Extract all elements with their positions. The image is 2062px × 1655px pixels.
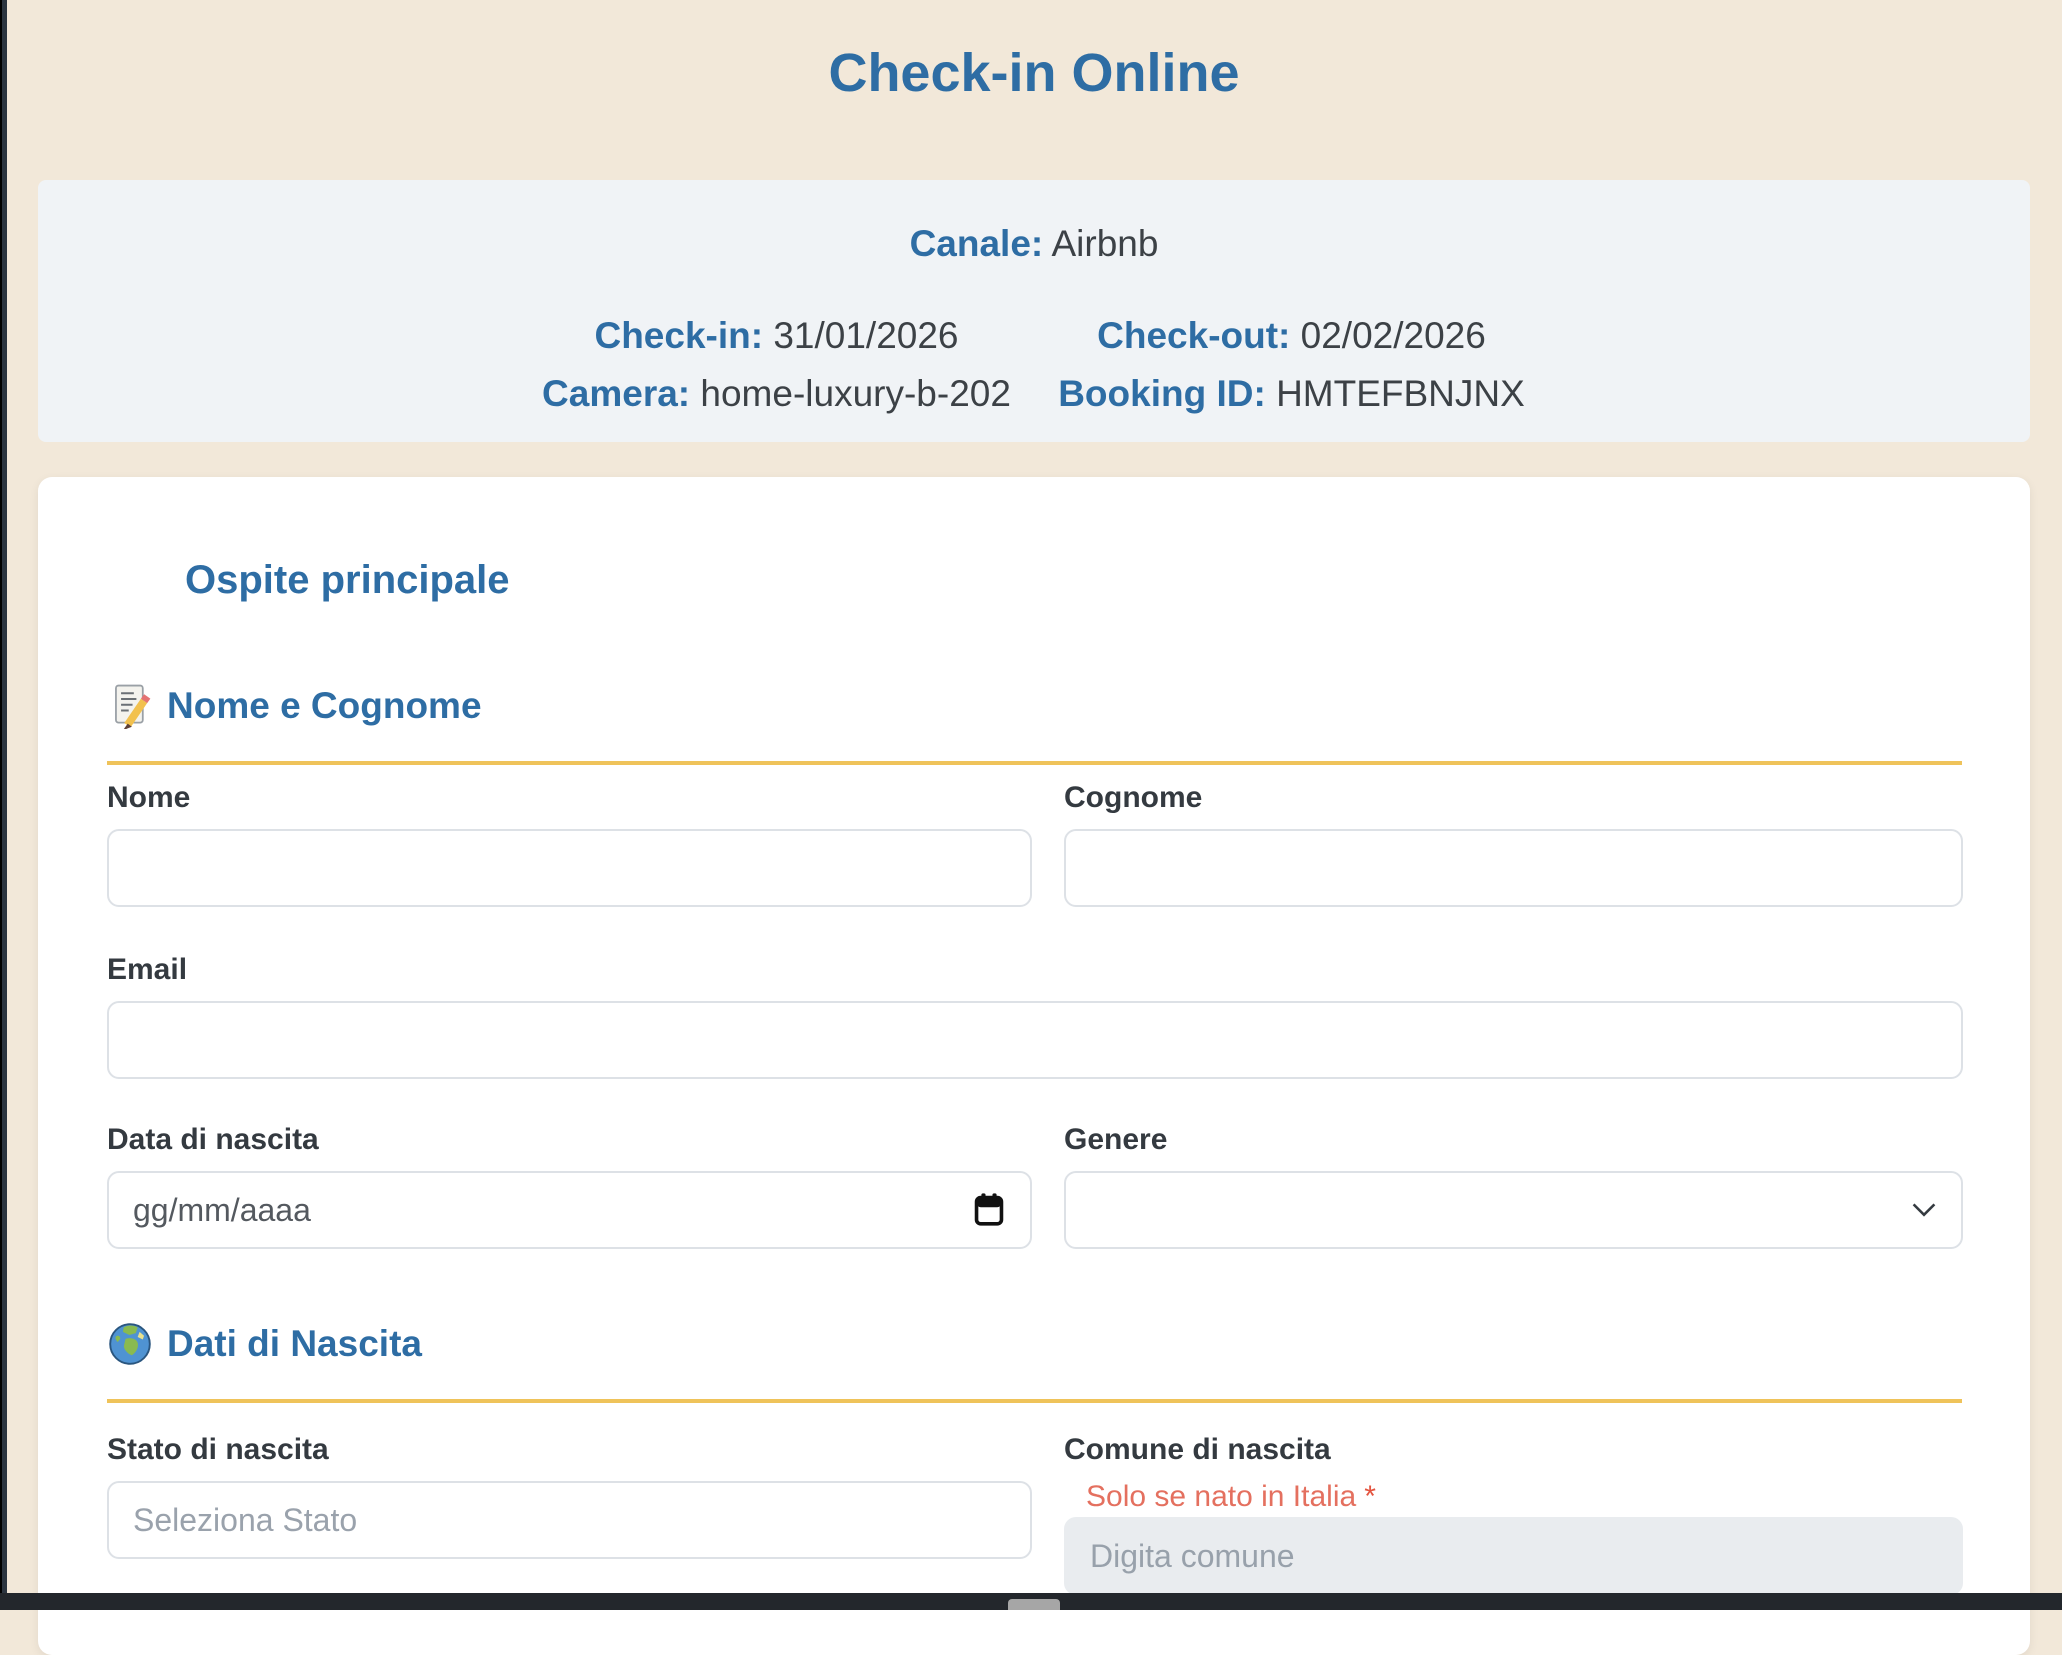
- genere-select[interactable]: [1064, 1171, 1963, 1249]
- gender-field: Genere: [1064, 1123, 1963, 1249]
- birth-town-field: Comune di nascita Solo se nato in Italia…: [1064, 1433, 1963, 1595]
- camera-value: home-luxury-b-202: [700, 373, 1011, 414]
- camera-line: Camera: home-luxury-b-202: [519, 372, 1034, 416]
- calendar-icon[interactable]: [972, 1192, 1006, 1228]
- checkin-page: Check-in Online Canale: Airbnb Check-in:…: [38, 0, 2030, 1655]
- section-header-name: Nome e Cognome: [107, 683, 1962, 765]
- memo-icon: [107, 683, 153, 729]
- birthdate-label: Data di nascita: [107, 1123, 1032, 1157]
- window-left-edge-slate: [2, 0, 7, 1610]
- required-asterisk: *: [1364, 1480, 1376, 1513]
- main-guest-card: Ospite principale Nome e Cognome Nome Co…: [38, 477, 2030, 1655]
- checkout-line: Check-out: 02/02/2026: [1034, 314, 1549, 358]
- checkin-value: 31/01/2026: [773, 315, 958, 356]
- booking-id-label: Booking ID:: [1058, 373, 1266, 414]
- nome-label: Nome: [107, 781, 1032, 815]
- window-left-edge: [0, 0, 7, 1610]
- cognome-label: Cognome: [1064, 781, 1963, 815]
- checkin-label: Check-in:: [594, 315, 763, 356]
- globe-icon: [107, 1321, 153, 1367]
- birth-country-label: Stato di nascita: [107, 1433, 1032, 1467]
- checkout-label: Check-out:: [1097, 315, 1290, 356]
- name-row: Nome Cognome: [107, 781, 1962, 907]
- email-field: Email: [107, 953, 1963, 1079]
- nome-field: Nome: [107, 781, 1032, 907]
- birth-town-input[interactable]: [1064, 1517, 1963, 1595]
- checkin-line: Check-in: 31/01/2026: [519, 314, 1034, 358]
- booking-id-value: HMTEFBNJNX: [1276, 373, 1525, 414]
- birth-town-label: Comune di nascita: [1064, 1433, 1963, 1467]
- channel-value: Airbnb: [1051, 223, 1158, 264]
- horizontal-scrollbar-thumb[interactable]: [1008, 1599, 1060, 1610]
- channel-line: Canale: Airbnb: [38, 222, 2030, 266]
- camera-label: Camera:: [542, 373, 690, 414]
- email-row: Email: [107, 953, 1962, 1079]
- cognome-input[interactable]: [1064, 829, 1963, 907]
- page-title: Check-in Online: [38, 42, 2030, 104]
- cognome-field: Cognome: [1064, 781, 1963, 907]
- nome-input[interactable]: [107, 829, 1032, 907]
- email-input[interactable]: [107, 1001, 1963, 1079]
- section-title-birth: Dati di Nascita: [167, 1321, 422, 1367]
- email-label: Email: [107, 953, 1963, 987]
- channel-label: Canale:: [910, 223, 1044, 264]
- birth-country-input[interactable]: [107, 1481, 1032, 1559]
- birth-town-hint: Solo se nato in Italia*: [1086, 1481, 1963, 1513]
- birthdate-input[interactable]: [107, 1171, 1032, 1249]
- birthdate-field: Data di nascita: [107, 1123, 1032, 1249]
- booking-details-grid: Check-in: 31/01/2026 Check-out: 02/02/20…: [519, 314, 1549, 416]
- birth-gender-row: Data di nascita Genere: [107, 1123, 1962, 1249]
- guest-card-title: Ospite principale: [185, 557, 1962, 603]
- booking-summary-box: Canale: Airbnb Check-in: 31/01/2026 Chec…: [38, 180, 2030, 442]
- checkout-value: 02/02/2026: [1301, 315, 1486, 356]
- booking-id-line: Booking ID: HMTEFBNJNX: [1034, 372, 1549, 416]
- bottom-bar: [0, 1593, 2062, 1610]
- birth-place-row: Stato di nascita Comune di nascita Solo …: [107, 1433, 1962, 1595]
- section-title-name: Nome e Cognome: [167, 683, 482, 729]
- section-header-birth: Dati di Nascita: [107, 1321, 1962, 1403]
- gender-label: Genere: [1064, 1123, 1963, 1157]
- birth-country-field: Stato di nascita: [107, 1433, 1032, 1595]
